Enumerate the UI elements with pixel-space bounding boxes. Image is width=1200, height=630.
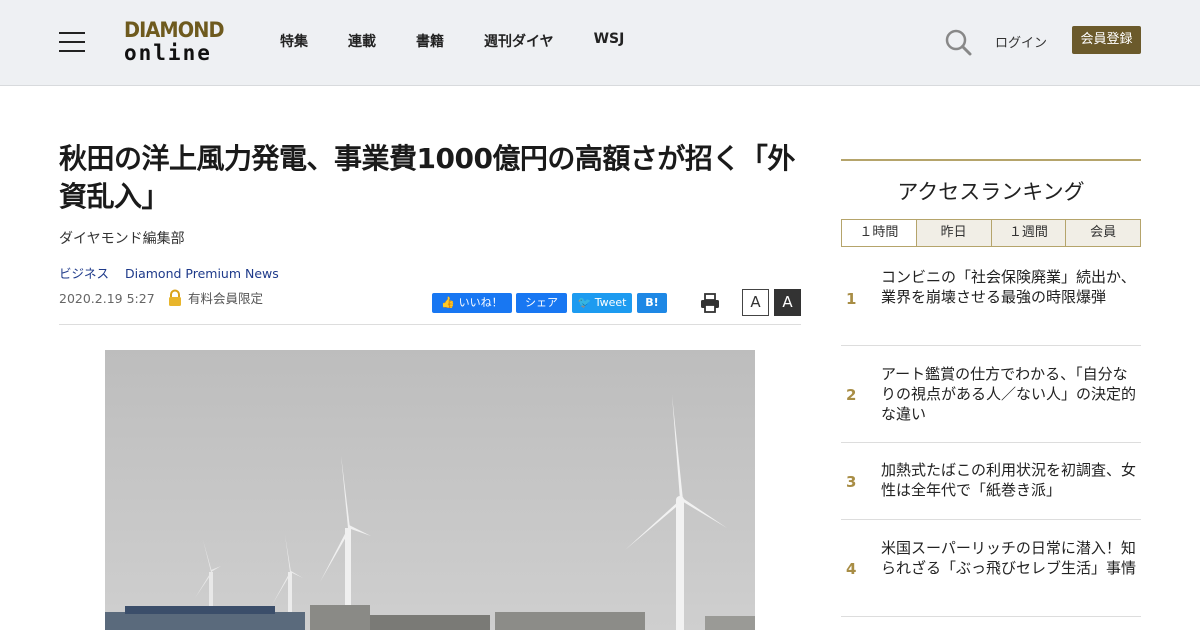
members-only-label: 有料会員限定 — [188, 291, 264, 306]
tag-premium-news[interactable]: Diamond Premium News — [125, 266, 279, 281]
members-only-badge: 有料会員限定 — [166, 288, 263, 307]
site-logo[interactable]: DIAMOND online — [124, 20, 228, 68]
tweet-button[interactable]: 🐦 Tweet — [572, 293, 632, 313]
ranking-title: アクセスランキング — [897, 180, 1085, 204]
rank-headline: 米国スーパーリッチの日常に潜入！知られざる「ぶっ飛びセレブ生活」事情 — [881, 539, 1137, 577]
nav-item-weekly[interactable]: 週刊ダイヤ — [484, 31, 554, 51]
login-link[interactable]: ログイン — [995, 32, 1047, 51]
rank-number: 4 — [846, 560, 857, 578]
nav-item-series[interactable]: 連載 — [348, 31, 376, 51]
logo-line1: DIAMOND — [124, 18, 225, 42]
logo-line2: online — [124, 41, 212, 65]
sidebar-accent-line — [841, 159, 1141, 161]
ranking-item[interactable]: 2 アート鑑賞の仕方でわかる、「自分なりの視点がある人／ない人」の決定的な違い — [841, 346, 1141, 443]
lock-icon — [169, 289, 181, 306]
hatena-bookmark-button[interactable]: B! — [637, 293, 667, 313]
article-divider — [59, 324, 801, 325]
main-nav: 特集 連載 書籍 週刊ダイヤ WSJ — [280, 31, 664, 51]
article-tags: ビジネス Diamond Premium News — [59, 263, 291, 282]
rank-headline: コンビニの「社会保険廃業」続出か、業界を崩壊させる最強の時限爆弾 — [881, 268, 1136, 306]
rank-number: 3 — [846, 473, 857, 491]
register-button[interactable]: 会員登録 — [1072, 26, 1141, 54]
tab-1week[interactable]: １週間 — [990, 220, 1066, 246]
tab-members[interactable]: 会員 — [1065, 220, 1140, 246]
article-photo-wind-turbines — [105, 350, 755, 630]
font-size-large-button[interactable]: A — [774, 289, 801, 316]
font-size-small-button[interactable]: A — [742, 289, 769, 316]
nav-item-feature[interactable]: 特集 — [280, 31, 308, 51]
facebook-share-button[interactable]: シェア — [516, 293, 567, 313]
ranking-item[interactable]: 1 コンビニの「社会保険廃業」続出か、業界を崩壊させる最強の時限爆弾 — [841, 247, 1141, 346]
site-header: DIAMOND online 特集 連載 書籍 週刊ダイヤ WSJ ログイン 会… — [0, 0, 1200, 86]
search-icon[interactable] — [944, 28, 972, 56]
rank-number: 2 — [846, 386, 857, 404]
menu-icon[interactable] — [59, 32, 85, 52]
nav-item-books[interactable]: 書籍 — [416, 31, 444, 51]
thumbs-up-icon: 👍 — [441, 296, 456, 309]
print-icon[interactable] — [699, 292, 721, 314]
nav-item-wsj[interactable]: WSJ — [594, 31, 625, 51]
rank-number: 1 — [846, 290, 857, 308]
article-title: 秋田の洋上風力発電、事業費1000億円の高額さが招く「外資乱入」 — [59, 142, 795, 213]
tag-business[interactable]: ビジネス — [59, 266, 109, 281]
rank-headline: アート鑑賞の仕方でわかる、「自分なりの視点がある人／ない人」の決定的な違い — [881, 365, 1137, 423]
twitter-bird-icon: 🐦 — [577, 296, 592, 309]
tab-yesterday[interactable]: 昨日 — [915, 220, 991, 246]
facebook-like-button[interactable]: 👍 いいね！ — [432, 293, 512, 313]
ranking-item[interactable]: 3 加熱式たばこの利用状況を初調査、女性は全年代で「紙巻き派」 — [841, 443, 1141, 520]
ranking-tabs: １時間 昨日 １週間 会員 — [841, 219, 1141, 247]
tab-1hour[interactable]: １時間 — [842, 220, 916, 246]
ranking-list: 1 コンビニの「社会保険廃業」続出か、業界を崩壊させる最強の時限爆弾 2 アート… — [841, 247, 1141, 617]
ranking-item[interactable]: 4 米国スーパーリッチの日常に潜入！知られざる「ぶっ飛びセレブ生活」事情 — [841, 520, 1141, 617]
article-author: ダイヤモンド編集部 — [59, 231, 185, 247]
rank-headline: 加熱式たばこの利用状況を初調査、女性は全年代で「紙巻き派」 — [881, 461, 1137, 499]
article-date: 2020.2.19 5:27 — [59, 291, 155, 306]
